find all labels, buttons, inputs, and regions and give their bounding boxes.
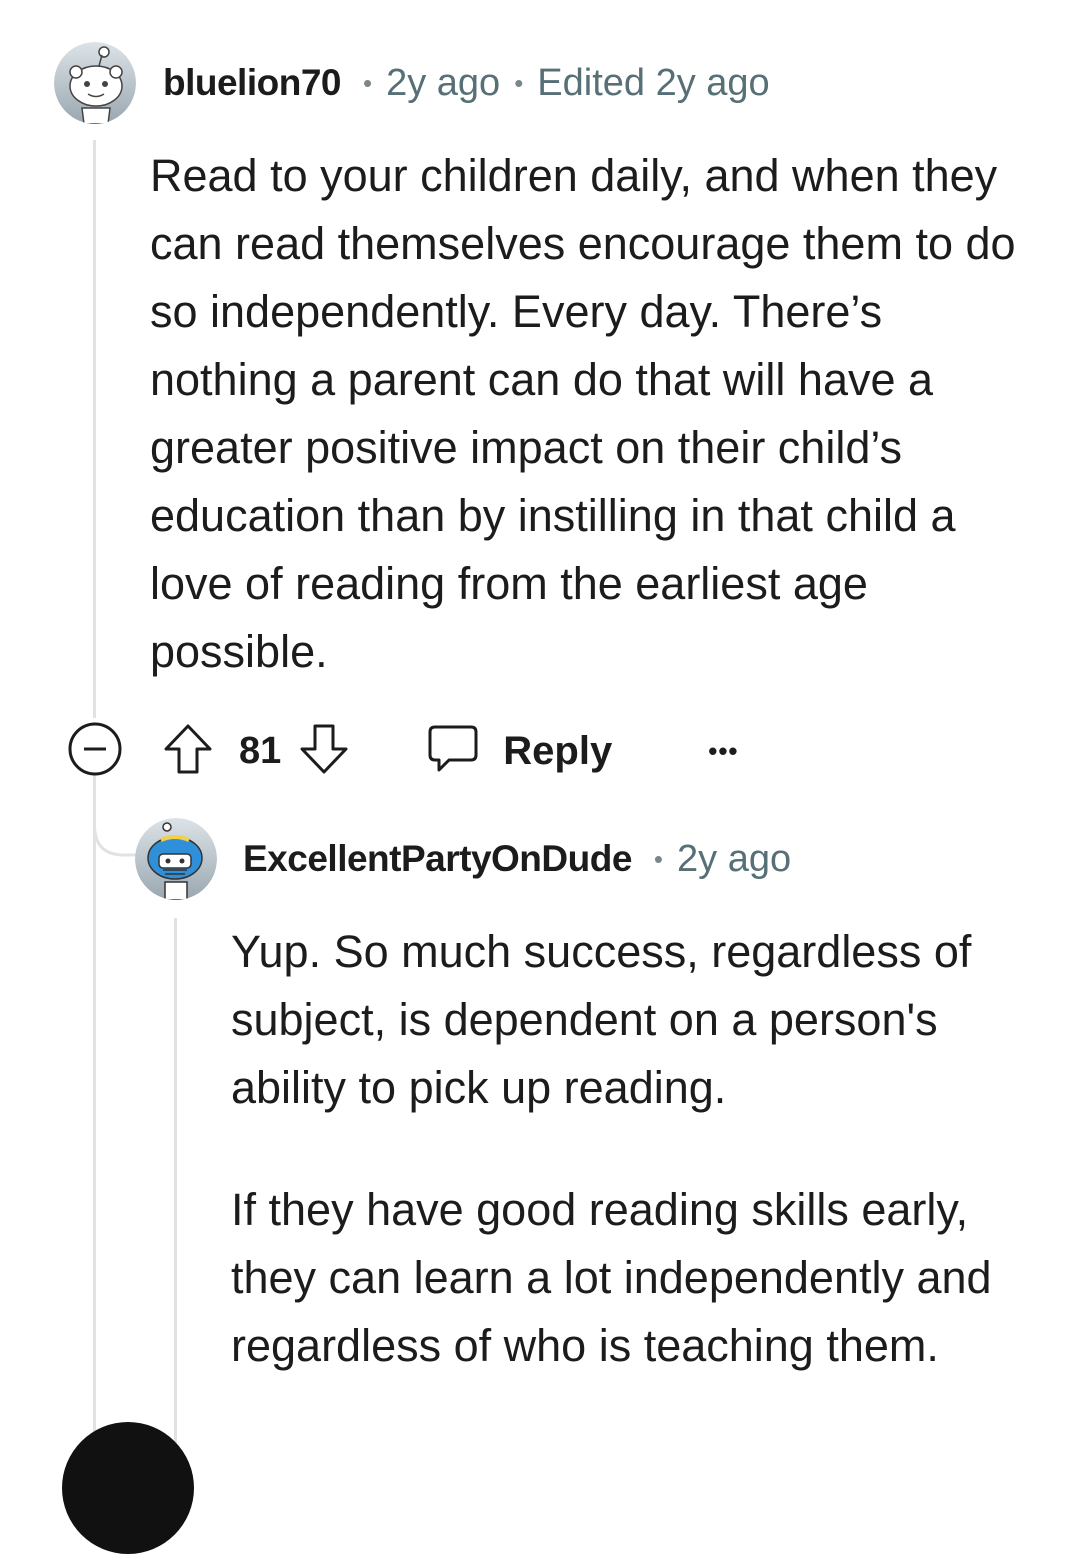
comment-bubble-icon (427, 724, 479, 779)
comment-body: Read to your children daily, and when th… (150, 142, 1040, 686)
comment-paragraph: If they have good reading skills early, … (231, 1184, 992, 1371)
thread-line-parent-lower[interactable] (93, 775, 96, 1447)
edited-label: Edited 2y ago (537, 61, 770, 104)
vote-score: 81 (239, 729, 282, 772)
username[interactable]: ExcellentPartyOnDude (243, 838, 632, 880)
collapse-icon[interactable] (67, 721, 123, 782)
comment-paragraph: Yup. So much success, regardless of subj… (231, 926, 972, 1113)
downvote-arrow-icon[interactable] (299, 723, 349, 780)
comment-paragraph: Read to your children daily, and when th… (150, 150, 1016, 677)
separator-dot: • (653, 843, 664, 874)
thread-connector (93, 775, 140, 857)
next-comment-avatar[interactable] (62, 1422, 194, 1554)
reply-button[interactable]: Reply (427, 724, 612, 779)
separator-dot: • (514, 67, 524, 98)
more-options-icon[interactable]: ••• (708, 736, 738, 767)
thread-line-child[interactable] (174, 918, 177, 1447)
timestamp: 2y ago (677, 837, 792, 880)
snoo-avatar-icon[interactable] (54, 42, 136, 124)
comment-meta: bluelion70 • 2y ago • Edited 2y ago (163, 58, 770, 108)
timestamp: 2y ago (386, 61, 501, 104)
separator-dot: • (362, 67, 373, 98)
comment-meta: ExcellentPartyOnDude • 2y ago (243, 834, 791, 884)
thread-line-parent[interactable] (93, 140, 96, 718)
comment-actions: 81 Reply ••• (67, 722, 739, 780)
upvote-arrow-icon[interactable] (163, 723, 213, 780)
reply-label: Reply (503, 728, 613, 773)
username[interactable]: bluelion70 (163, 62, 341, 104)
helmet-snoo-avatar-icon[interactable] (135, 818, 217, 900)
comment-body: Yup. So much success, regardless of subj… (231, 918, 1031, 1380)
